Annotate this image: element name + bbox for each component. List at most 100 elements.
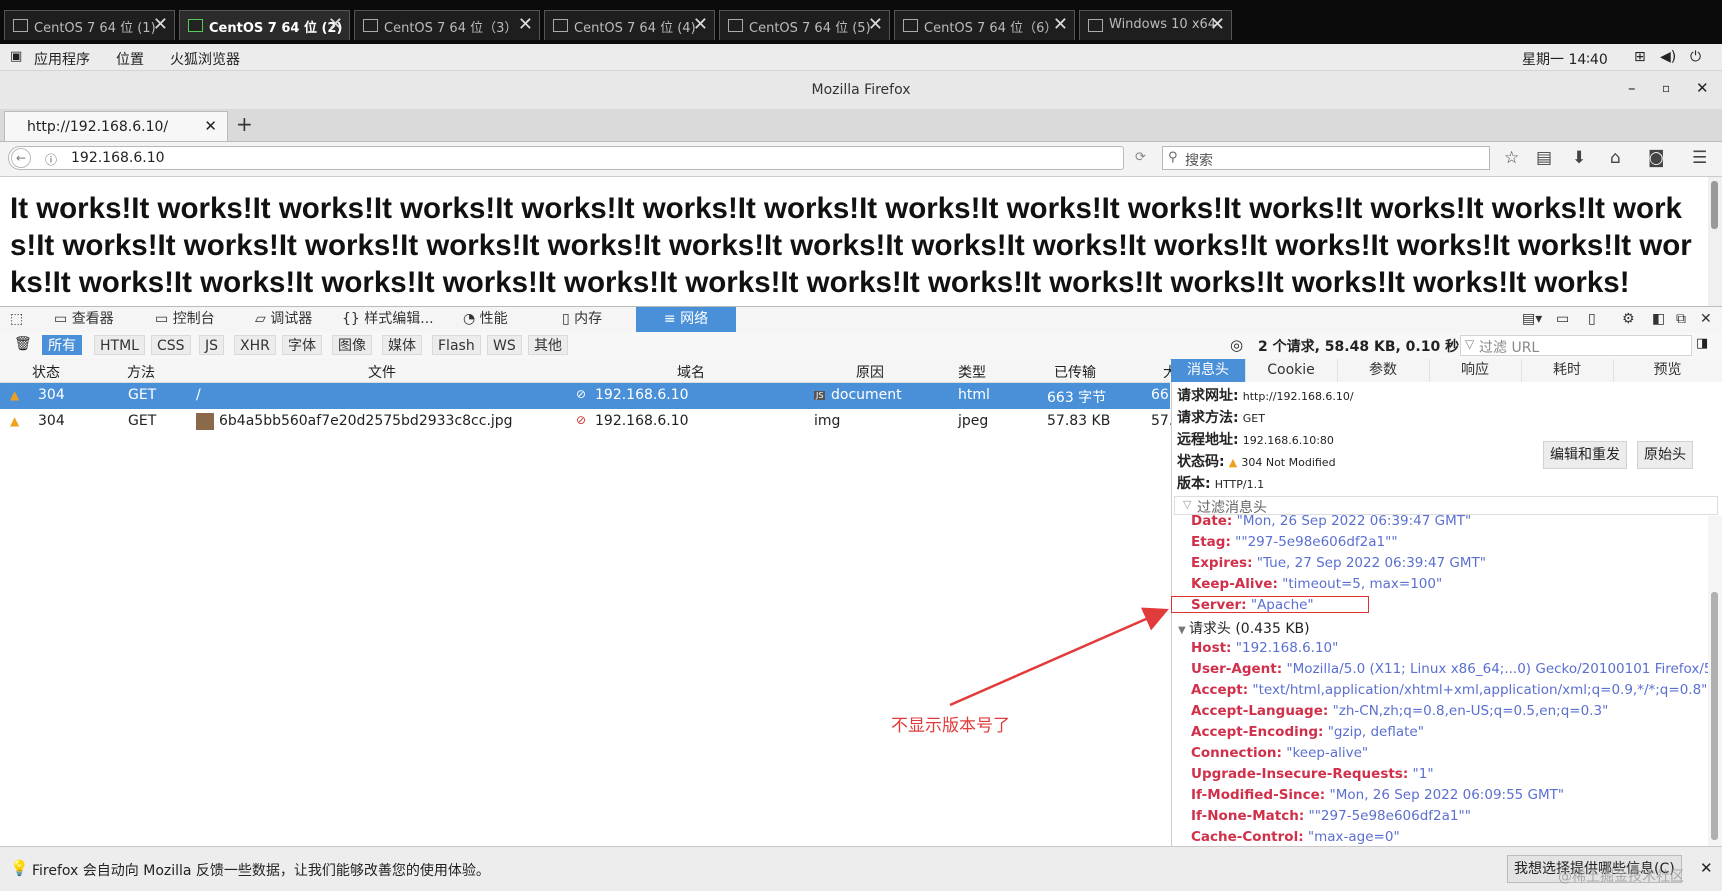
close-tab-icon[interactable]: ✕ xyxy=(204,117,217,135)
scrollbar-thumb[interactable] xyxy=(1711,181,1718,229)
bookmark-star-icon[interactable]: ☆ xyxy=(1504,148,1519,168)
vm-tab-windows[interactable]: Windows 10 x64 ✕ xyxy=(1079,10,1232,40)
responsive-icon[interactable]: ▯ xyxy=(1588,307,1596,332)
tab-inspector[interactable]: ▭ 查看器 xyxy=(54,307,114,332)
header-row-if-modified-since: If-Modified-Since: "Mon, 26 Sep 2022 06:… xyxy=(1191,787,1564,803)
tab-memory[interactable]: ▯ 内存 xyxy=(562,307,602,332)
filter-url-input[interactable]: ▽ 过滤 URL xyxy=(1460,335,1692,356)
table-row[interactable]: ▲ 304 GET 6b4a5bb560af7e20d2575bd2933c8c… xyxy=(0,409,1173,435)
col-cause[interactable]: 原因 xyxy=(856,362,884,382)
browser-tab[interactable]: http://192.168.6.10/ ✕ xyxy=(4,111,228,141)
vm-tab-centos-3[interactable]: CentOS 7 64 位（3） ✕ xyxy=(354,10,540,40)
tab-headers[interactable]: 消息头 xyxy=(1171,359,1246,382)
filter-ws[interactable]: WS xyxy=(487,335,522,355)
header-row-host: Host: "192.168.6.10" xyxy=(1191,640,1338,656)
close-icon[interactable]: ✕ xyxy=(1210,14,1225,35)
applications-menu[interactable]: 应用程序 xyxy=(34,49,90,69)
tab-performance[interactable]: ◔ 性能 xyxy=(463,307,508,332)
close-icon[interactable]: ✕ xyxy=(868,14,883,35)
filter-html[interactable]: HTML xyxy=(94,335,145,355)
pick-element-icon[interactable]: ⬚ xyxy=(10,307,23,332)
toggle-panel-icon[interactable]: ◨ xyxy=(1696,336,1708,351)
library-icon[interactable]: ▤ xyxy=(1536,148,1552,168)
filter-other[interactable]: 其他 xyxy=(528,335,568,355)
col-method[interactable]: 方法 xyxy=(127,362,155,382)
tab-preview[interactable]: 预览 xyxy=(1613,359,1722,382)
vm-tab-centos-6[interactable]: CentOS 7 64 位（6） ✕ xyxy=(894,10,1075,40)
trash-icon[interactable]: 🗑 xyxy=(14,336,32,352)
vm-tab-centos-1[interactable]: CentOS 7 64 位 (1) ✕ xyxy=(4,10,175,40)
split-console-icon[interactable]: ▭ xyxy=(1556,307,1569,332)
close-icon[interactable]: ✕ xyxy=(693,14,708,35)
firefox-menu[interactable]: 火狐浏览器 xyxy=(170,49,240,69)
minimize-icon[interactable]: – xyxy=(1628,79,1636,97)
vm-tab-centos-5[interactable]: CentOS 7 64 位 (5) ✕ xyxy=(719,10,890,40)
close-icon[interactable]: ✕ xyxy=(1053,14,1068,35)
filter-css[interactable]: CSS xyxy=(151,335,191,355)
menu-icon[interactable]: ☰ xyxy=(1692,148,1707,168)
maximize-icon[interactable]: ▫ xyxy=(1662,81,1670,95)
filter-all[interactable]: 所有 xyxy=(42,335,82,355)
col-domain[interactable]: 域名 xyxy=(677,362,705,382)
power-icon[interactable]: ⏻ xyxy=(1690,49,1701,65)
request-headers-section-toggle[interactable]: ▼ 请求头 (0.435 KB) xyxy=(1178,618,1310,638)
close-icon[interactable]: ✕ xyxy=(153,14,168,35)
header-key: Accept-Encoding: xyxy=(1191,724,1324,740)
col-transferred[interactable]: 已传输 xyxy=(1054,362,1096,382)
filter-flash[interactable]: Flash xyxy=(432,335,481,355)
info-icon[interactable]: ⓘ xyxy=(45,151,57,168)
raw-headers-button[interactable]: 原始头 xyxy=(1637,441,1693,469)
image-thumbnail-icon xyxy=(196,413,214,430)
close-window-icon[interactable]: ✕ xyxy=(1696,79,1709,97)
download-icon[interactable]: ⬇ xyxy=(1572,148,1586,168)
table-row[interactable]: ▲ 304 GET / ⊘ 192.168.6.10 JS document h… xyxy=(0,383,1170,409)
close-devtools-icon[interactable]: ✕ xyxy=(1700,307,1712,332)
tab-label: 内存 xyxy=(574,311,603,327)
clock[interactable]: 星期一 14∶40 xyxy=(1522,49,1608,69)
col-file[interactable]: 文件 xyxy=(368,362,396,382)
url-text[interactable]: 192.168.6.10 xyxy=(71,150,165,166)
col-status[interactable]: 状态 xyxy=(32,362,60,382)
separate-window-icon[interactable]: ⧉ xyxy=(1676,307,1686,332)
close-icon[interactable]: ✕ xyxy=(328,14,343,35)
request-method-label: 请求方法: xyxy=(1177,410,1239,426)
url-bar[interactable]: ← ⓘ 192.168.6.10 ⟳ xyxy=(8,146,1146,170)
new-tab-icon[interactable]: + xyxy=(236,112,253,136)
pocket-icon[interactable]: ◙ xyxy=(1648,148,1665,168)
tab-network[interactable]: ≡ 网络 xyxy=(636,307,736,332)
tab-console[interactable]: ▭ 控制台 xyxy=(155,307,215,332)
close-icon[interactable]: ✕ xyxy=(518,14,533,35)
vm-tab-centos-4[interactable]: CentOS 7 64 位 (4) ✕ xyxy=(544,10,715,40)
volume-icon[interactable]: ◀) xyxy=(1660,49,1676,65)
network-icon[interactable]: ⊞ xyxy=(1634,49,1646,65)
edit-resend-button[interactable]: 编辑和重发 xyxy=(1543,441,1627,469)
tab-debugger[interactable]: ▱ 调试器 xyxy=(255,307,312,332)
col-type[interactable]: 类型 xyxy=(958,362,986,382)
tab-response[interactable]: 响应 xyxy=(1429,359,1522,382)
back-icon[interactable]: ← xyxy=(11,148,31,168)
page-scrollbar[interactable] xyxy=(1708,177,1722,306)
row-transferred: 57.83 KB xyxy=(1047,413,1111,429)
settings-icon[interactable]: ⚙ xyxy=(1622,307,1635,332)
scrollbar-thumb[interactable] xyxy=(1711,592,1718,840)
tab-cookie[interactable]: Cookie xyxy=(1245,359,1338,382)
details-scrollbar[interactable] xyxy=(1708,516,1722,846)
search-input[interactable]: ⚲ 搜索 xyxy=(1162,146,1490,170)
dock-side-icon[interactable]: ◧ xyxy=(1652,307,1665,332)
tab-style-editor[interactable]: {} 样式编辑... xyxy=(342,307,434,332)
tab-params[interactable]: 参数 xyxy=(1337,359,1430,382)
places-menu[interactable]: 位置 xyxy=(116,49,144,69)
watermark: @稀土掘金技术社区 xyxy=(1558,869,1684,885)
tab-timings[interactable]: 耗时 xyxy=(1521,359,1614,382)
vm-tab-centos-2[interactable]: CentOS 7 64 位 (2) ✕ xyxy=(179,10,350,40)
dock-icon[interactable]: ▤▾ xyxy=(1522,307,1542,332)
filter-fonts[interactable]: 字体 xyxy=(282,335,322,355)
reload-icon[interactable]: ⟳ xyxy=(1135,150,1146,165)
filter-js[interactable]: JS xyxy=(199,335,225,355)
filter-images[interactable]: 图像 xyxy=(332,335,372,355)
filter-xhr[interactable]: XHR xyxy=(234,335,276,355)
close-notification-icon[interactable]: ✕ xyxy=(1700,859,1713,877)
vm-tab-label: Windows 10 x64 xyxy=(1109,17,1217,32)
home-icon[interactable]: ⌂ xyxy=(1610,148,1621,168)
filter-media[interactable]: 媒体 xyxy=(382,335,422,355)
